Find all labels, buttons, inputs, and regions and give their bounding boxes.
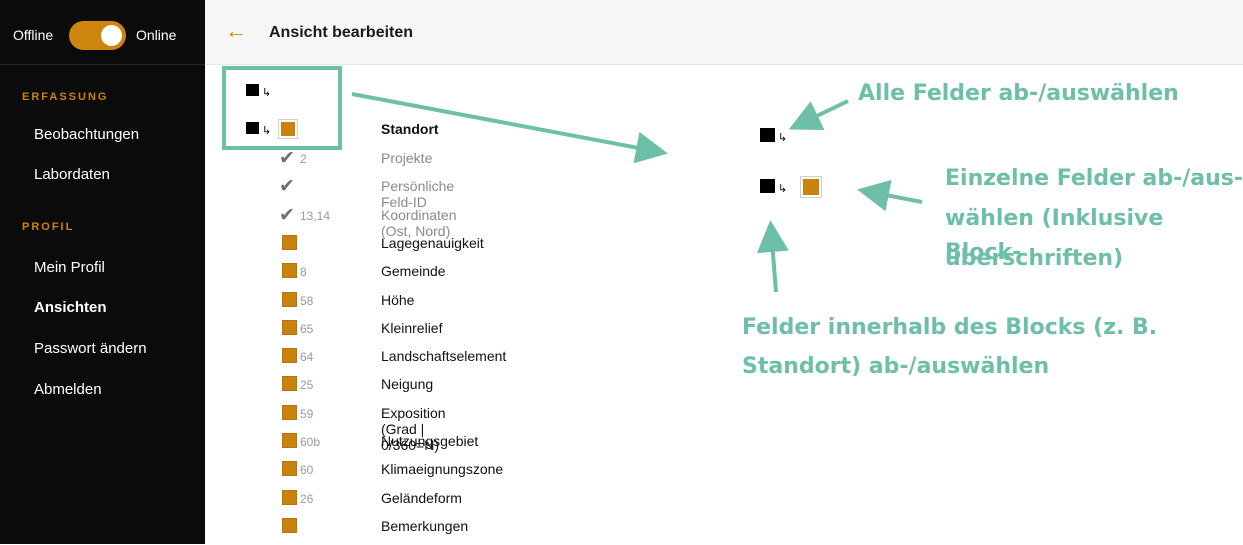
legend-select-all-icon <box>760 128 775 142</box>
legend-select-all-arrow-icon: ↳ <box>778 132 788 144</box>
annotation-einzelne-1: Einzelne Felder ab-/aus- <box>945 166 1243 191</box>
legend-checkbox <box>800 176 822 198</box>
arrow-to-legend <box>351 92 668 164</box>
legend-block-icon <box>760 179 775 193</box>
annotation-alle: Alle Felder ab-/auswählen <box>858 81 1179 106</box>
legend-block-arrow-icon: ↳ <box>778 183 788 195</box>
annotation-block-1: Felder innerhalb des Blocks (z. B. <box>742 315 1158 340</box>
arrow-alle <box>788 99 849 131</box>
annotation-block-2: Standort) ab-/auswählen <box>742 354 1050 379</box>
arrow-block <box>756 220 789 293</box>
annotation-einzelne-3: überschriften) <box>945 246 1124 271</box>
arrow-einzelne <box>857 179 923 212</box>
